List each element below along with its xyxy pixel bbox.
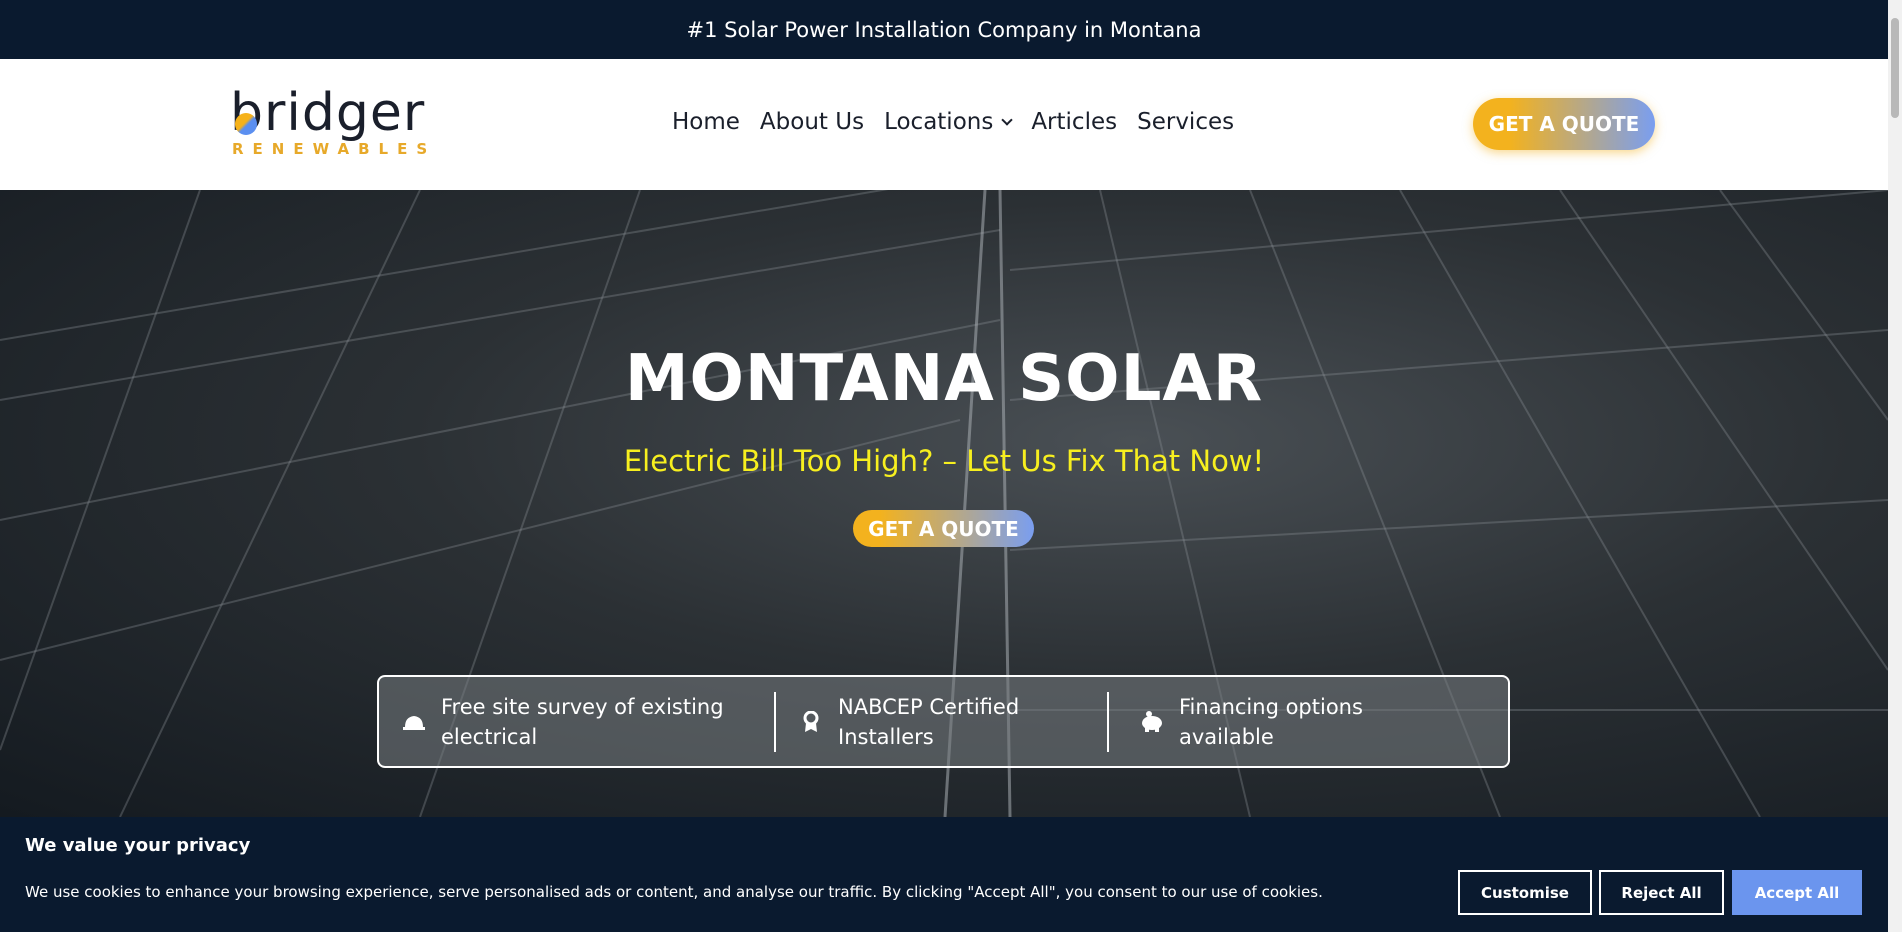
hero-subtitle: Electric Bill Too High? – Let Us Fix Tha… [623, 444, 1265, 478]
award-icon [796, 710, 826, 733]
site-header: bridger RENEWABLES Home About Us Locatio… [0, 59, 1888, 190]
feature-2-line1: NABCEP Certified [838, 694, 1020, 719]
feature-site-survey: Free site survey of existing electrical [379, 677, 774, 766]
feature-financing: Financing options available [1109, 677, 1489, 766]
hero-title: MONTANA SOLAR [624, 342, 1264, 416]
nav-about-label: About Us [759, 109, 865, 135]
feature-1-line2: electrical [441, 724, 538, 749]
logo[interactable]: bridger RENEWABLES [230, 83, 437, 159]
cookie-text: We use cookies to enhance your browsing … [25, 883, 1323, 901]
hero-section: MONTANA SOLAR Electric Bill Too High? – … [0, 190, 1888, 817]
feature-3-line1: Financing options [1179, 694, 1363, 719]
hard-hat-icon [399, 713, 429, 731]
features-box: Free site survey of existing electrical … [377, 675, 1510, 768]
nav-home[interactable]: Home [672, 109, 740, 135]
logo-subtitle: RENEWABLES [232, 140, 437, 158]
header-get-quote-button[interactable]: GET A QUOTE [1473, 98, 1655, 150]
nav-locations[interactable]: Locations [884, 109, 1013, 135]
reject-all-button[interactable]: Reject All [1599, 870, 1724, 915]
logo-wordmark: bridger [230, 83, 426, 143]
nav-articles-label: Articles [1031, 109, 1118, 135]
main-nav: Home About Us Locations Articles Service… [672, 109, 1254, 135]
nav-services[interactable]: Services [1137, 109, 1234, 135]
nav-articles[interactable]: Articles [1031, 109, 1117, 135]
feature-1-line1: Free site survey of existing [441, 694, 724, 719]
announcement-text: #1 Solar Power Installation Company in M… [686, 17, 1202, 42]
piggy-bank-icon [1137, 710, 1167, 733]
cookie-title: We value your privacy [25, 835, 251, 856]
nav-locations-label: Locations [884, 109, 994, 135]
feature-3-line2: available [1179, 724, 1274, 749]
nav-home-label: Home [672, 109, 740, 135]
nav-services-label: Services [1137, 109, 1235, 135]
chevron-down-icon [1001, 113, 1013, 126]
feature-2-line2: Installers [838, 724, 934, 749]
nav-about-us[interactable]: About Us [760, 109, 864, 135]
customise-button[interactable]: Customise [1458, 870, 1592, 915]
scrollbar-thumb[interactable] [1891, 18, 1899, 118]
accept-all-button[interactable]: Accept All [1732, 870, 1862, 915]
announcement-bar: #1 Solar Power Installation Company in M… [0, 0, 1888, 59]
logo-sun-icon [235, 113, 257, 135]
cookie-banner: We value your privacy We use cookies to … [0, 817, 1888, 932]
page-scrollbar[interactable] [1888, 0, 1902, 932]
hero-get-quote-button[interactable]: GET A QUOTE [853, 510, 1034, 547]
feature-nabcep: NABCEP Certified Installers [776, 677, 1107, 766]
